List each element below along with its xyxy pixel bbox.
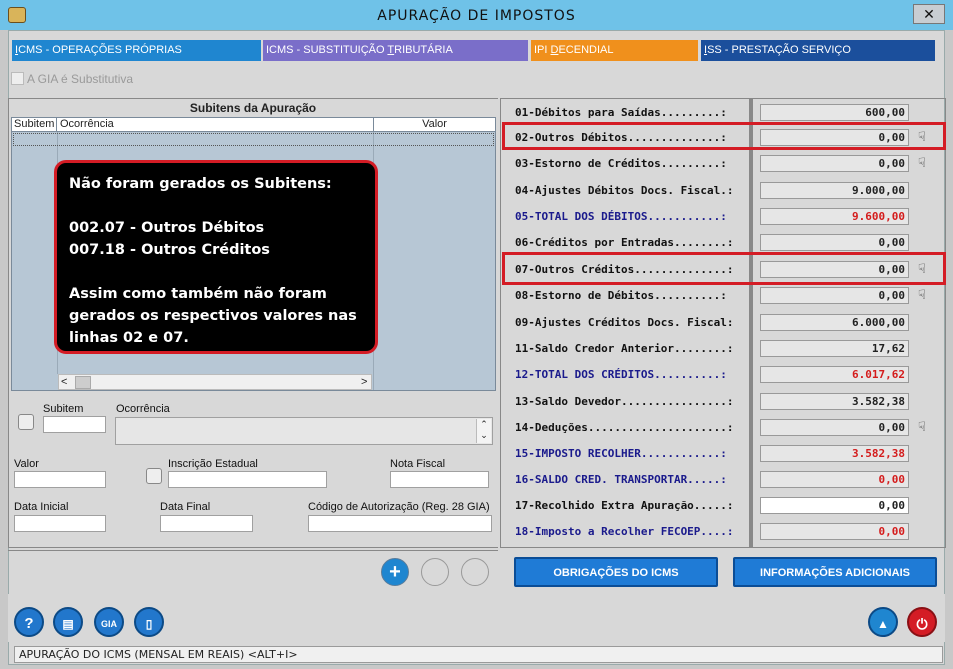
edit-icon[interactable] — [461, 558, 489, 586]
line-value: 3.582,38 — [760, 393, 909, 410]
ocorrencia-label: Ocorrência — [116, 403, 170, 415]
tab-icms-operacoes-proprias[interactable]: ICMS - OPERAÇÕES PRÓPRIAS — [12, 40, 261, 61]
col-ocorrencia-header[interactable]: Ocorrência — [57, 118, 374, 131]
line-value: 3.582,38 — [760, 445, 909, 462]
valor-field[interactable] — [14, 471, 106, 488]
remove-icon[interactable] — [421, 558, 449, 586]
line-label: 11-Saldo Credor Anterior........: — [515, 342, 734, 355]
grid-selected-row[interactable] — [13, 133, 494, 146]
data-inicial-label: Data Inicial — [14, 501, 69, 513]
callout-line: Não foram gerados os Subitens: — [69, 176, 332, 192]
help-icon[interactable]: ? — [14, 607, 44, 637]
subitens-title: Subitens da Apuração — [189, 101, 317, 115]
tab-icms-substituicao-tributaria[interactable]: ICMS - SUBSTITUIÇÃO TRIBUTÁRIA — [263, 40, 528, 61]
line-label: 03-Estorno de Créditos.........: — [515, 157, 727, 170]
annotation-callout: Não foram gerados os Subitens: 002.07 - … — [54, 160, 378, 354]
tab-iss-prestacao-servico[interactable]: ISS - PRESTAÇÃO SERVIÇO — [701, 40, 935, 61]
line-value: 6.000,00 — [760, 314, 909, 331]
line-value: 9.000,00 — [760, 182, 909, 199]
data-final-field[interactable] — [160, 515, 253, 532]
nota-fiscal-label: Nota Fiscal — [390, 458, 446, 470]
tab-ipi-decendial[interactable]: IPI DECENDIAL — [531, 40, 698, 61]
line-label: 12-TOTAL DOS CRÉDITOS..........: — [515, 368, 727, 381]
subitem-label: Subitem — [43, 403, 84, 415]
ocorrencia-textarea[interactable] — [115, 417, 493, 445]
line-label: 15-IMPOSTO RECOLHER............: — [515, 447, 727, 460]
data-inicial-field[interactable] — [14, 515, 106, 532]
callout-line: linhas 02 e 07. — [69, 330, 189, 346]
line-label: 09-Ajustes Créditos Docs. Fiscal: — [515, 316, 734, 329]
up-arrow-icon[interactable]: ▲ — [868, 607, 898, 637]
line-label: 16-SALDO CRED. TRANSPORTAR.....: — [515, 473, 727, 486]
gia-substitutiva-label: A GIA é Substitutiva — [27, 72, 134, 86]
drilldown-icon[interactable]: ☟ — [918, 156, 934, 170]
line-value: 600,00 — [760, 104, 909, 121]
line-label: 08-Estorno de Débitos..........: — [515, 289, 727, 302]
close-button[interactable]: ✕ — [913, 4, 945, 24]
line-value: 0,00 — [760, 497, 909, 514]
line-value: 17,62 — [760, 340, 909, 357]
ocorrencia-scroll[interactable]: ⌃ ⌄ — [476, 419, 491, 443]
callout-line: Assim como também não foram — [69, 286, 327, 302]
column-divider — [749, 98, 753, 548]
callout-line: gerados os respectivos valores nas — [69, 308, 357, 324]
window-title: APURAÇÃO DE IMPOSTOS — [377, 8, 576, 24]
informacoes-adicionais-button[interactable]: INFORMAÇÕES ADICIONAIS — [733, 557, 937, 587]
line-label: 05-TOTAL DOS DÉBITOS...........: — [515, 210, 727, 223]
document-icon[interactable]: ▯ — [134, 607, 164, 637]
codigo-autorizacao-label: Código de Autorização (Reg. 28 GIA) — [308, 501, 490, 513]
power-icon[interactable]: ⏻ — [907, 607, 937, 637]
obrigacoes-icms-button[interactable]: OBRIGAÇÕES DO ICMS — [514, 557, 718, 587]
subitem-field[interactable] — [43, 416, 106, 433]
line-value: 6.017,62 — [760, 366, 909, 383]
line-label: 13-Saldo Devedor................: — [515, 395, 734, 408]
scroll-thumb[interactable] — [75, 376, 91, 389]
chevron-up-icon[interactable]: ⌃ — [480, 419, 488, 429]
highlight-line-02 — [502, 122, 946, 150]
lock-icon[interactable] — [18, 414, 34, 430]
line-value: 0,00 — [760, 234, 909, 251]
gia-substitutiva-checkbox[interactable] — [11, 72, 24, 85]
callout-line: 002.07 - Outros Débitos — [69, 220, 265, 236]
line-value: 0,00 — [760, 419, 909, 436]
scroll-left-arrow-icon[interactable]: < — [61, 376, 67, 388]
line-value: 9.600,00 — [760, 208, 909, 225]
drilldown-icon[interactable]: ☟ — [918, 420, 934, 434]
line-label: 01-Débitos para Saídas.........: — [515, 106, 727, 119]
line-value: 0,00 — [760, 523, 909, 540]
codigo-autorizacao-field[interactable] — [308, 515, 492, 532]
line-value: 0,00 — [760, 155, 909, 172]
line-label: 14-Deduções.....................: — [515, 421, 734, 434]
highlight-line-07 — [502, 252, 946, 285]
horizontal-scrollbar[interactable] — [58, 374, 372, 390]
drilldown-icon[interactable]: ☟ — [918, 288, 934, 302]
line-value: 0,00 — [760, 287, 909, 304]
col-subitem-header[interactable]: Subitem — [12, 118, 57, 131]
col-valor-header[interactable]: Valor — [374, 118, 495, 131]
add-icon[interactable]: + — [381, 558, 409, 586]
status-bar: APURAÇÃO DO ICMS (MENSAL EM REAIS) <ALT+… — [14, 646, 943, 663]
data-final-label: Data Final — [160, 501, 211, 513]
print-icon[interactable]: ▤ — [53, 607, 83, 637]
scroll-right-arrow-icon[interactable]: > — [361, 376, 367, 388]
line-label: 06-Créditos por Entradas........: — [515, 236, 734, 249]
nota-fiscal-field[interactable] — [390, 471, 489, 488]
line-value: 0,00 — [760, 471, 909, 488]
line-label: 18-Imposto a Recolher FECOEP....: — [515, 525, 734, 538]
callout-line: 007.18 - Outros Créditos — [69, 242, 270, 258]
chevron-down-icon[interactable]: ⌄ — [480, 430, 488, 440]
line-label: 04-Ajustes Débitos Docs. Fiscal.: — [515, 184, 734, 197]
line-label: 17-Recolhido Extra Apuração.....: — [515, 499, 734, 512]
gia-icon[interactable]: GIA — [94, 607, 124, 637]
lock-icon[interactable] — [146, 468, 162, 484]
divider — [8, 550, 498, 551]
valor-label: Valor — [14, 458, 39, 470]
inscricao-estadual-label: Inscrição Estadual — [168, 458, 258, 470]
inscricao-estadual-field[interactable] — [168, 471, 327, 488]
